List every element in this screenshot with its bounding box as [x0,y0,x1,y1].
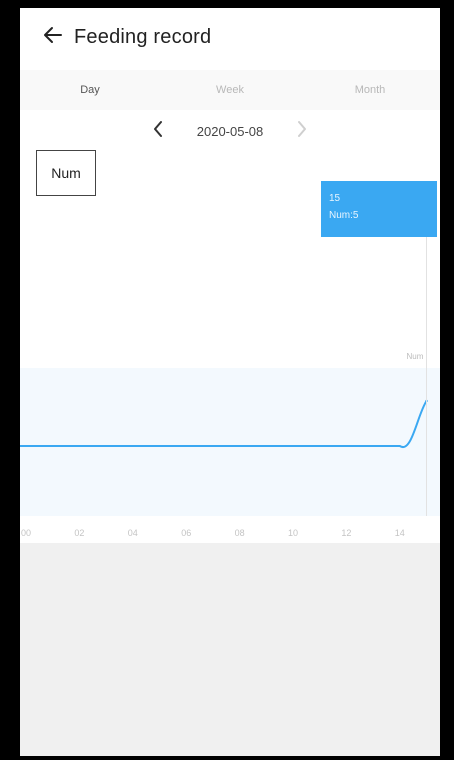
data-point [78,445,80,447]
x-tick-label: 12 [341,528,351,538]
x-tick-label: 00 [21,528,31,538]
legend-num[interactable]: Num [36,150,96,196]
data-point [265,445,267,447]
data-point [345,445,347,447]
plot-area-band [20,368,440,516]
data-point [185,445,187,447]
x-tick-label: 08 [235,528,245,538]
empty-list-area [20,543,440,756]
phone-screen: Feeding record Day Week Month 2020-05-08… [20,8,440,756]
x-tick-label: 06 [181,528,191,538]
data-point [132,445,134,447]
data-point [52,445,54,447]
x-tick-label: 02 [74,528,84,538]
data-point [372,445,374,447]
peak-label: Num [407,352,424,361]
chart-tooltip: 15 Num:5 [321,181,437,237]
data-point [292,445,294,447]
x-tick-label: 04 [128,528,138,538]
data-point [212,445,214,447]
data-point [105,445,107,447]
data-point [158,445,160,447]
x-tick-label: 10 [288,528,298,538]
data-point [238,445,240,447]
data-point [319,445,321,447]
data-point [25,445,27,447]
tooltip-x-value: 15 [329,193,341,204]
feeding-chart: Num 00 02 04 06 08 10 12 14 [20,188,440,538]
data-point [399,445,401,447]
x-tick-label: 14 [395,528,405,538]
tooltip-num-value: Num:5 [329,210,359,221]
